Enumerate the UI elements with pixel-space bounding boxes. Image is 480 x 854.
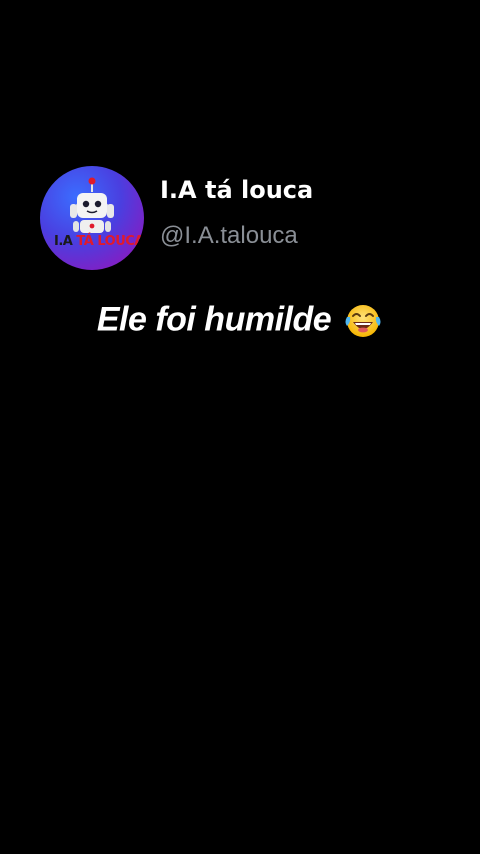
avatar-logo-ia: I.A — [54, 234, 73, 249]
post-header: I.A TÁ LOUCA I.A tá louca @I.A.talouca — [40, 166, 460, 272]
video-frame: I.A TÁ LOUCA I.A tá louca @I.A.talouca E… — [0, 0, 480, 854]
face-with-tears-of-joy-icon — [345, 305, 381, 337]
avatar-logo-ta-louca: TÁ LOUCA — [76, 234, 144, 249]
author-handle[interactable]: @I.A.talouca — [160, 222, 298, 250]
author-display-name[interactable]: I.A tá louca — [160, 176, 313, 204]
robot-icon — [70, 177, 114, 233]
avatar[interactable]: I.A TÁ LOUCA — [40, 166, 144, 270]
caption-text: Ele foi humilde — [96, 300, 332, 339]
post-caption: Ele foi humilde — [0, 300, 480, 340]
avatar-logo-text: I.A TÁ LOUCA — [54, 235, 144, 248]
